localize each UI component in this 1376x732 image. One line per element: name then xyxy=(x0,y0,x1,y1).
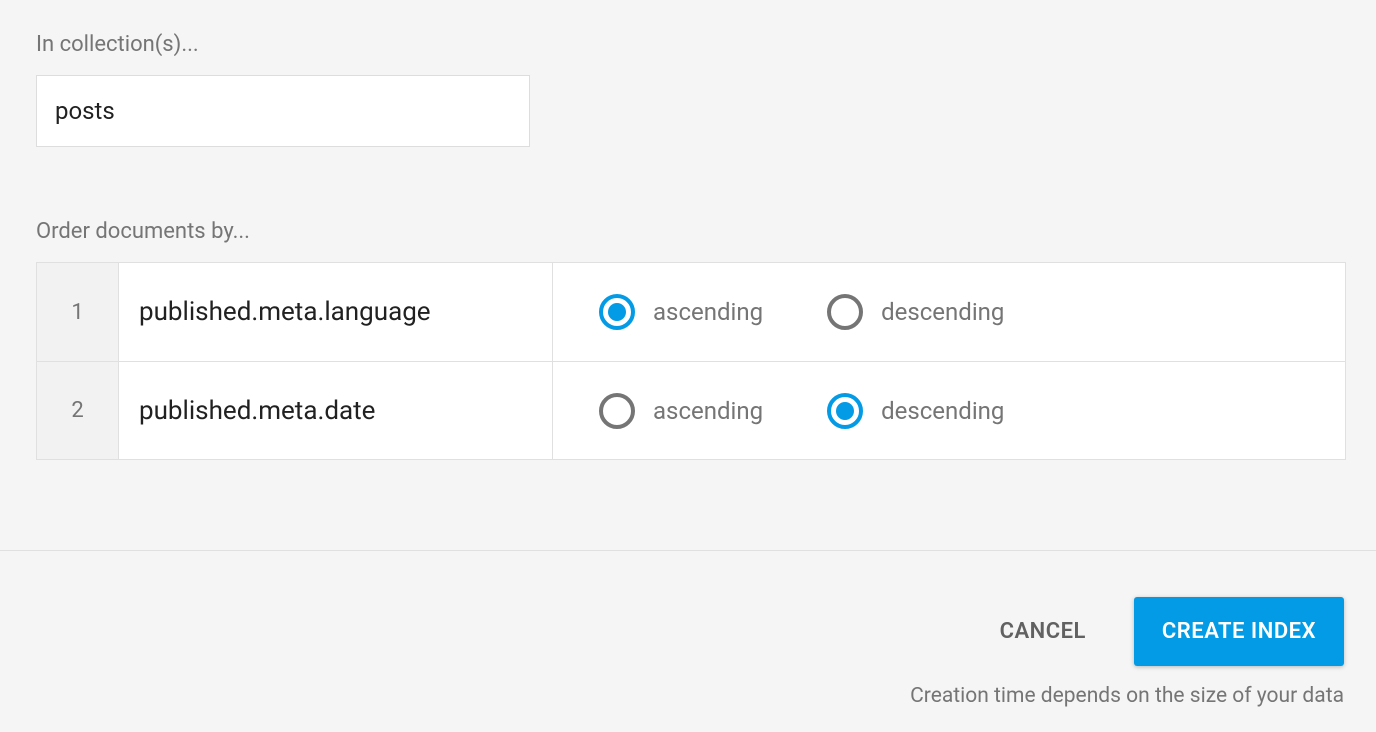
ascending-label: ascending xyxy=(653,298,763,326)
collection-input[interactable] xyxy=(36,75,530,147)
ascending-radio[interactable]: ascending xyxy=(599,294,763,330)
order-row: 2 published.meta.date ascending descendi… xyxy=(37,361,1345,459)
descending-label: descending xyxy=(881,397,1004,425)
order-options: ascending descending xyxy=(553,362,1345,459)
radio-selected-icon xyxy=(599,294,635,330)
create-index-button[interactable]: CREATE INDEX xyxy=(1134,597,1344,666)
row-number: 2 xyxy=(37,362,119,459)
field-path: published.meta.language xyxy=(119,263,553,361)
footer: CANCEL CREATE INDEX Creation time depend… xyxy=(0,550,1376,732)
descending-radio[interactable]: descending xyxy=(827,393,1004,429)
descending-radio[interactable]: descending xyxy=(827,294,1004,330)
creation-hint: Creation time depends on the size of you… xyxy=(910,684,1344,708)
collection-label: In collection(s)... xyxy=(36,32,1340,57)
order-options: ascending descending xyxy=(553,263,1345,361)
order-table: 1 published.meta.language ascending desc… xyxy=(36,262,1346,460)
row-number: 1 xyxy=(37,263,119,361)
order-label: Order documents by... xyxy=(36,219,1340,244)
radio-unselected-icon xyxy=(599,393,635,429)
radio-unselected-icon xyxy=(827,294,863,330)
ascending-label: ascending xyxy=(653,397,763,425)
field-path: published.meta.date xyxy=(119,362,553,459)
radio-selected-icon xyxy=(827,393,863,429)
descending-label: descending xyxy=(881,298,1004,326)
order-row: 1 published.meta.language ascending desc… xyxy=(37,263,1345,361)
button-row: CANCEL CREATE INDEX xyxy=(980,597,1344,666)
cancel-button[interactable]: CANCEL xyxy=(980,601,1106,662)
ascending-radio[interactable]: ascending xyxy=(599,393,763,429)
